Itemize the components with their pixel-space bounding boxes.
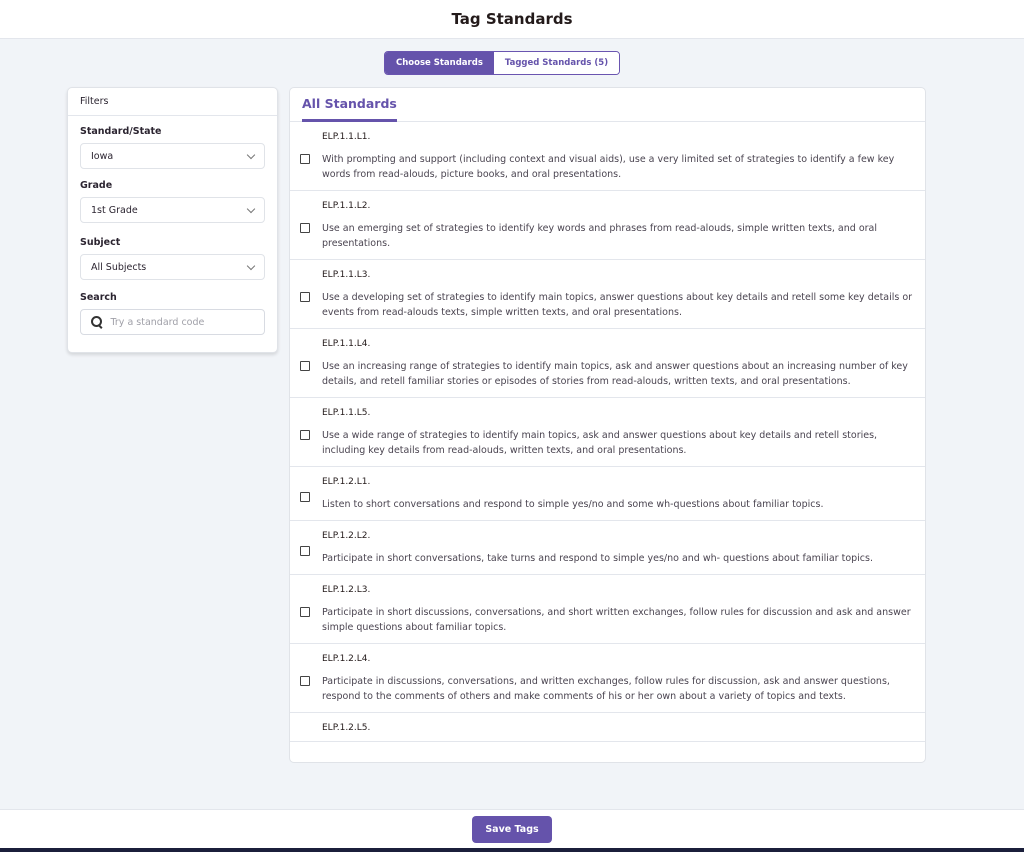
standard-row: ELP.1.2.L3. Participate in short discussi… [290, 575, 925, 644]
standard-code: ELP.1.2.L3. [322, 585, 371, 595]
tab-tagged-standards[interactable]: Tagged Standards (5) [493, 52, 620, 74]
grade-select[interactable]: 1st Grade [80, 197, 265, 223]
standard-code: ELP.1.1.L2. [322, 201, 371, 211]
standard-text: ELP.1.2.L3. Participate in short discussi… [322, 575, 915, 643]
standards-list: ELP.1.1.L1. With prompting and support (i… [290, 122, 925, 742]
standard-row: ELP.1.1.L4. Use an increasing range of st… [290, 329, 925, 398]
standard-checkbox[interactable] [300, 223, 310, 233]
standard-text: ELP.1.2.L4. Participate in discussions, c… [322, 644, 915, 712]
search-box [80, 309, 265, 335]
page-title: Tag Standards [451, 10, 573, 28]
standard-code: ELP.1.2.L4. [322, 654, 371, 664]
standard-text: ELP.1.1.L4. Use an increasing range of st… [322, 329, 915, 397]
standard-text: ELP.1.2.L1. Listen to short conversations… [322, 467, 823, 520]
standard-code: ELP.1.1.L3. [322, 270, 371, 280]
standard-checkbox[interactable] [300, 676, 310, 686]
standard-text: ELP.1.2.L2. Participate in short conversa… [322, 521, 873, 574]
view-toggle: Choose Standards Tagged Standards (5) [384, 51, 621, 75]
search-input[interactable] [110, 316, 254, 328]
standard-checkbox[interactable] [300, 361, 310, 371]
bottom-strip [0, 848, 1024, 852]
standard-text: ELP.1.1.L3. Use a developing set of strat… [322, 260, 915, 328]
standard-description: Use a developing set of strategies to id… [322, 292, 913, 318]
standard-description: Use an increasing range of strategies to… [322, 361, 908, 387]
standard-checkbox[interactable] [300, 607, 310, 617]
standard-code: ELP.1.2.L5. [322, 723, 371, 733]
standard-code: ELP.1.1.L1. [322, 132, 371, 142]
standard-description: Use a wide range of strategies to identi… [322, 430, 878, 456]
top-bar: Tag Standards [0, 0, 1024, 39]
standard-state-label: Standard/State [80, 126, 162, 137]
standard-description: Participate in short conversations, take… [322, 553, 874, 564]
tab-all-standards[interactable]: All Standards [302, 88, 397, 122]
chevron-down-icon [246, 150, 256, 159]
standard-text: ELP.1.1.L5. Use a wide range of strategie… [322, 398, 915, 466]
chevron-down-icon [246, 204, 256, 213]
grade-label: Grade [80, 180, 113, 191]
save-tags-button[interactable]: Save Tags [472, 815, 552, 843]
standard-state-value: Iowa [91, 150, 114, 162]
subject-value: All Subjects [91, 261, 147, 273]
standards-tabs: All Standards [290, 88, 925, 122]
chevron-down-icon [246, 261, 256, 270]
standard-description: Use an emerging set of strategies to ide… [322, 223, 878, 249]
standard-row: ELP.1.1.L2. Use an emerging set of strate… [290, 191, 925, 260]
filters-panel: Filters Standard/State Iowa Grade 1st Gr… [67, 87, 278, 353]
standard-checkbox[interactable] [300, 154, 310, 164]
standard-description: Participate in short discussions, conver… [322, 607, 911, 633]
standard-text: ELP.1.1.L2. Use an emerging set of strate… [322, 191, 915, 259]
search-icon [91, 316, 103, 328]
standard-description: Listen to short conversations and respon… [322, 499, 824, 510]
standard-description: Participate in discussions, conversation… [322, 676, 890, 702]
standard-code: ELP.1.1.L4. [322, 339, 371, 349]
search-label: Search [80, 292, 117, 303]
standard-row: ELP.1.2.L5. [290, 713, 925, 742]
standard-code: ELP.1.1.L5. [322, 408, 371, 418]
standard-checkbox[interactable] [300, 545, 310, 556]
standard-row: ELP.1.2.L2. Participate in short conversa… [290, 521, 925, 575]
standard-state-select[interactable]: Iowa [80, 143, 265, 169]
standard-text: ELP.1.2.L5. [322, 713, 370, 741]
subject-select[interactable]: All Subjects [80, 254, 265, 280]
standard-description: With prompting and support (including co… [322, 154, 895, 180]
standard-text: ELP.1.1.L1. With prompting and support (i… [322, 122, 915, 190]
standard-row: ELP.1.1.L3. Use a developing set of strat… [290, 260, 925, 329]
standard-code: ELP.1.2.L2. [322, 531, 371, 541]
standards-panel: All Standards ELP.1.1.L1. With prompting … [289, 87, 926, 763]
standard-row: ELP.1.1.L5. Use a wide range of strategie… [290, 398, 925, 467]
standard-checkbox[interactable] [300, 292, 310, 302]
standard-checkbox[interactable] [300, 491, 310, 502]
standard-code: ELP.1.2.L1. [322, 477, 371, 487]
tab-choose-standards[interactable]: Choose Standards [385, 52, 494, 74]
standard-checkbox[interactable] [300, 430, 310, 440]
grade-value: 1st Grade [91, 204, 138, 216]
standard-row: ELP.1.2.L1. Listen to short conversations… [290, 467, 925, 521]
standard-row: ELP.1.2.L4. Participate in discussions, c… [290, 644, 925, 713]
footer-bar: Save Tags [0, 809, 1024, 848]
standard-row: ELP.1.1.L1. With prompting and support (i… [290, 122, 925, 191]
filters-title: Filters [68, 88, 277, 116]
subject-label: Subject [80, 237, 121, 248]
